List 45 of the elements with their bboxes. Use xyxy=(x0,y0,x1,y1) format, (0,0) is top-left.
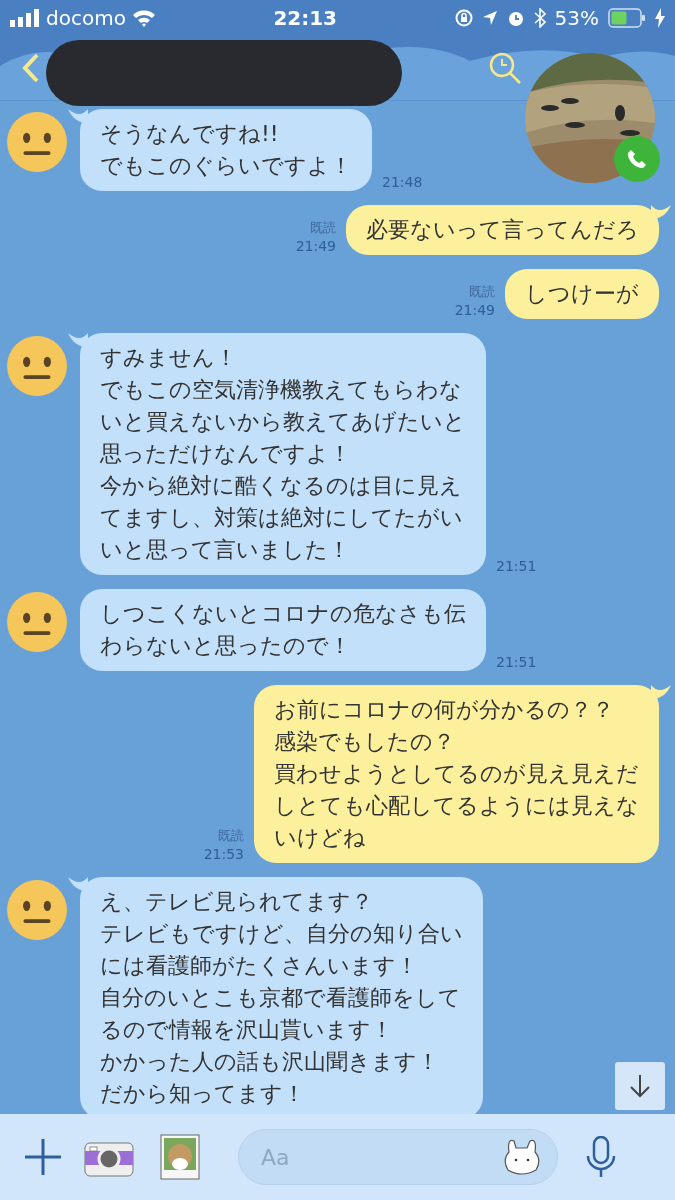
wifi-icon xyxy=(131,9,156,27)
neutral-face-icon xyxy=(6,591,68,653)
neutral-face-icon xyxy=(6,335,68,397)
carrier-name: docomo xyxy=(46,6,126,30)
phone-icon xyxy=(626,148,648,170)
read-receipt: 既読 xyxy=(310,219,336,237)
scroll-down-button[interactable] xyxy=(615,1062,665,1110)
bubble-tail xyxy=(68,109,88,124)
message-time: 21:51 xyxy=(496,557,537,575)
read-receipt: 既読 xyxy=(218,827,244,845)
message-time: 21:48 xyxy=(382,173,423,191)
battery-icon xyxy=(608,8,646,28)
bubble-tail xyxy=(651,205,671,220)
battery-percent: 53% xyxy=(554,6,599,30)
plus-icon[interactable] xyxy=(24,1138,62,1176)
message-bubble: お前にコロナの何が分かるの？？ 感染でもしたの？ 買わせようとしてるのが見え見えだ しとても心配してるようには見えな いけどね xyxy=(254,685,659,863)
bubble-tail xyxy=(68,877,88,892)
message-bubble: そうなんですね!! でもこのぐらいですよ！ xyxy=(80,109,372,191)
message-bubble: しつけーが xyxy=(505,269,659,319)
message-time: 21:49 xyxy=(295,237,336,255)
status-time: 22:13 xyxy=(273,6,338,30)
bluetooth-icon xyxy=(533,8,546,28)
sticker-photo-icon[interactable] xyxy=(160,1134,200,1180)
bubble-tail xyxy=(68,333,88,348)
search-icon[interactable] xyxy=(488,51,522,85)
back-icon[interactable] xyxy=(22,52,40,84)
location-icon xyxy=(481,10,498,26)
message-bubble: え、テレビ見られてます？ テレビもですけど、自分の知り合い には看護師がたくさんいます！ 自分のいとこも京都で看護師をして るので情報を沢山貰います！ かかった人の話も沢山聞きます！ だから知ってます！ xyxy=(80,877,483,1114)
read-receipt: 既読 xyxy=(469,283,495,301)
rotation-lock-icon xyxy=(454,9,473,27)
neutral-face-icon xyxy=(6,879,68,941)
message-bubble: しつこくないとコロナの危なさも伝 わらないと思ったので！ xyxy=(80,589,486,671)
bubble-tail xyxy=(651,685,671,700)
message-time: 21:53 xyxy=(203,845,244,863)
microphone-icon[interactable] xyxy=(586,1136,616,1178)
charging-icon xyxy=(655,8,665,28)
neutral-face-icon xyxy=(6,111,68,173)
call-button[interactable] xyxy=(614,136,660,182)
message-bubble: すみません！ でもこの空気清浄機教えてもらわな いと買えないから教えてあげたいと 思っただけなんですよ！ 今から絶対に酷くなるのは目に見え てますし、対策は絶対にしてたがい いと思って言いました！ xyxy=(80,333,486,575)
message-time: 21:51 xyxy=(496,653,537,671)
message-time: 21:49 xyxy=(454,301,495,319)
message-bubble: 必要ないって言ってんだろ xyxy=(346,205,659,255)
alarm-icon xyxy=(506,9,525,27)
signal-icon xyxy=(10,9,40,27)
arrow-down-icon xyxy=(629,1074,651,1098)
